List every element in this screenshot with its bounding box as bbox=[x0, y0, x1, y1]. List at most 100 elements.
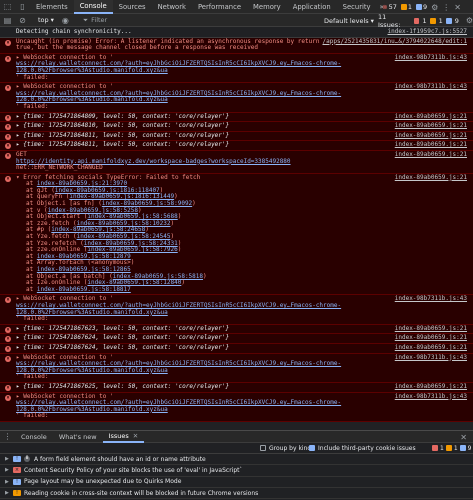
log-url-row: × ▸ WebSocket connection to ' wss://relay.… bbox=[0, 295, 473, 325]
issue-row[interactable]: ▶! 8 A form field element should have an i… bbox=[0, 454, 473, 466]
close-drawer-icon[interactable]: ✕ bbox=[460, 431, 467, 443]
issue-kind-icon: ! bbox=[13, 478, 21, 485]
third-party-checkbox[interactable]: Include third-party cookie issues bbox=[309, 445, 416, 452]
source-link[interactable]: index-98b7311b.js:43 bbox=[391, 84, 467, 91]
error-icon: × bbox=[5, 124, 11, 131]
inspect-element-icon[interactable]: ⬚ bbox=[0, 0, 15, 14]
tab-performance[interactable]: Performance bbox=[192, 0, 247, 14]
issues-count[interactable]: 9 bbox=[415, 3, 427, 11]
source-link[interactable]: index-98b7311b.js:43 bbox=[391, 393, 467, 401]
error-icon: × bbox=[5, 85, 11, 92]
error-count[interactable]: ⊗ 57 bbox=[382, 3, 397, 11]
log-url[interactable]: wss://relay.walletconnect.com/?auth=eyJh… bbox=[16, 60, 341, 74]
bottom-drawer: ⋮ Console What's new Issues ✕ ✕ Group by … bbox=[0, 430, 473, 500]
checkbox-checked-icon bbox=[309, 445, 315, 451]
close-devtools-icon[interactable]: ✕ bbox=[454, 3, 461, 12]
issue-count: 8 bbox=[24, 456, 30, 463]
error-icon: × bbox=[5, 114, 11, 121]
issue-info-icon bbox=[445, 17, 452, 24]
clear-console-icon[interactable]: ⊘ bbox=[15, 13, 30, 27]
source-link[interactable]: index-89ab0659.js:21 bbox=[391, 174, 467, 182]
drawer-tab-whats-new[interactable]: What's new bbox=[53, 431, 103, 443]
tab-memory[interactable]: Memory bbox=[247, 0, 287, 14]
log-message-row: × Uncaught (in promise) Error: A listener… bbox=[0, 37, 473, 54]
drawer-tab-console[interactable]: Console bbox=[15, 431, 53, 443]
log-url[interactable]: wss://relay.walletconnect.com/?auth=eyJh… bbox=[16, 360, 341, 374]
source-link[interactable]: index-1f1959c7.js:5527 bbox=[384, 28, 467, 36]
filter-input[interactable]: ⏷ Filter bbox=[83, 15, 338, 25]
source-link[interactable]: index-89ab0659.js:21 bbox=[391, 113, 467, 121]
log-url-row: × GET https://identity.api.manifoldxyz.de… bbox=[0, 150, 473, 174]
expand-arrow-icon: ▶ bbox=[5, 478, 9, 485]
filter-icon: ⏷ bbox=[82, 15, 89, 24]
tab-label: Memory bbox=[253, 2, 281, 11]
log-object: ▸ {time: 1725471864811, level: 50, conte… bbox=[16, 141, 230, 149]
source-link[interactable]: index-89ab0659.js:21 bbox=[391, 151, 467, 159]
log-object-row: × ▸ {time: 1725471864811, level: 50, cont… bbox=[0, 141, 473, 151]
close-tab-icon[interactable]: ✕ bbox=[133, 432, 138, 440]
error-icon: × bbox=[5, 143, 11, 150]
tab-console[interactable]: Console bbox=[73, 0, 113, 14]
tab-label: Security bbox=[342, 2, 371, 11]
issue-row[interactable]: ▶! Page layout may be unexpected due to Q… bbox=[0, 477, 473, 488]
log-url[interactable]: wss://relay.walletconnect.com/?auth=eyJh… bbox=[16, 302, 341, 316]
console-settings-icon[interactable]: ⚙ bbox=[466, 16, 473, 25]
eye-icon[interactable]: ◉ bbox=[58, 13, 73, 27]
context-selector[interactable]: top ▾ bbox=[34, 16, 58, 24]
tab-sources[interactable]: Sources bbox=[113, 0, 152, 14]
log-url-row: × ▸ WebSocket connection to ' wss://relay.… bbox=[0, 53, 473, 84]
source-link[interactable]: index-89ab0659.js:21 bbox=[391, 325, 467, 333]
source-link[interactable]: index-98b7311b.js:43 bbox=[391, 296, 467, 303]
log-url-row: × ▸ WebSocket connection to ' wss://relay.… bbox=[0, 353, 473, 383]
tab-security[interactable]: Security bbox=[337, 0, 377, 14]
tab-application[interactable]: Application bbox=[287, 0, 337, 14]
issues-toolbar: Group by kind Include third-party cookie… bbox=[0, 443, 473, 454]
tab-elements[interactable]: Elements bbox=[30, 0, 74, 14]
source-link[interactable]: index-89ab0659.js:21 bbox=[391, 142, 467, 149]
settings-gear-icon[interactable]: ⚙ bbox=[431, 3, 438, 12]
source-link[interactable]: index-89ab0659.js:21 bbox=[391, 132, 467, 140]
log-tail: ' failed: bbox=[16, 412, 49, 420]
error-icon: × bbox=[5, 39, 11, 46]
log-object-row: × ▸ {time: 1725471867624, level: 50, cont… bbox=[0, 334, 473, 344]
source-link[interactable]: index-89ab0659.js:21 bbox=[391, 123, 467, 130]
error-icon: × bbox=[5, 355, 11, 362]
frame-link[interactable]: index-89ab0659.js:58:18817 bbox=[37, 286, 131, 293]
log-object: ▸ {time: 1725471867623, level: 50, conte… bbox=[16, 324, 230, 332]
log-object: ▸ {time: 1725471867624, level: 50, conte… bbox=[16, 343, 230, 351]
log-levels-dropdown[interactable]: Default levels ▾ bbox=[324, 14, 374, 27]
log-object-row: × ▸ {time: 1725471864811, level: 50, cont… bbox=[0, 131, 473, 142]
drawer-tab-issues[interactable]: Issues ✕ bbox=[102, 431, 145, 443]
source-link[interactable]: /apps/2521435831/inu…&/3794022648/edit:1 bbox=[319, 38, 467, 46]
log-text-cont: true, but the message channel closed bef… bbox=[16, 44, 259, 52]
log-url[interactable]: wss://relay.walletconnect.com/?auth=eyJh… bbox=[16, 90, 341, 104]
panel-tabs: Elements Console Sources Network Performance… bbox=[30, 0, 387, 14]
log-url[interactable]: wss://relay.walletconnect.com/?auth=eyJh… bbox=[16, 399, 341, 413]
chevron-down-icon: ▾ bbox=[370, 16, 374, 25]
source-link[interactable]: index-89ab0659.js:21 bbox=[391, 344, 467, 352]
device-toolbar-icon[interactable]: ▯ bbox=[15, 0, 30, 14]
drawer-menu-icon[interactable]: ⋮ bbox=[0, 430, 15, 444]
issue-error-icon bbox=[413, 17, 420, 24]
source-link[interactable]: index-98b7311b.js:43 bbox=[391, 54, 467, 62]
issues-button[interactable]: 11 Issues: 1 1 9 ⚙ bbox=[378, 13, 473, 29]
issue-row[interactable]: ▶! Reading cookie in cross-site context w… bbox=[0, 488, 473, 500]
log-url-row: × ▸ WebSocket connection to ' wss://relay.… bbox=[0, 83, 473, 113]
issue-kind-icon: × bbox=[13, 467, 21, 474]
source-link[interactable]: index-98b7311b.js:43 bbox=[391, 354, 467, 362]
log-object: ▸ {time: 1725471864809, level: 50, conte… bbox=[16, 112, 230, 120]
tab-network[interactable]: Network bbox=[152, 0, 192, 14]
issue-text: A form field element should have an id o… bbox=[34, 455, 206, 463]
error-icon: × bbox=[5, 55, 11, 62]
group-by-kind-checkbox[interactable]: Group by kind bbox=[260, 445, 311, 452]
sidebar-toggle-icon[interactable]: ▤ bbox=[0, 13, 15, 27]
source-link[interactable]: index-89ab0659.js:21 bbox=[391, 335, 467, 342]
log-object: ▸ {time: 1725471864811, level: 50, conte… bbox=[16, 131, 230, 139]
tab-label: Application bbox=[292, 2, 331, 11]
more-vert-icon[interactable]: ⋮ bbox=[442, 3, 450, 12]
issue-row[interactable]: ▶ × Content Security Policy of your site b… bbox=[0, 465, 473, 477]
expand-arrow-icon: ▶ bbox=[5, 467, 9, 474]
warning-count[interactable]: 1 bbox=[400, 3, 412, 11]
source-link[interactable]: index-89ab0659.js:21 bbox=[391, 383, 467, 391]
warning-icon bbox=[445, 445, 452, 451]
